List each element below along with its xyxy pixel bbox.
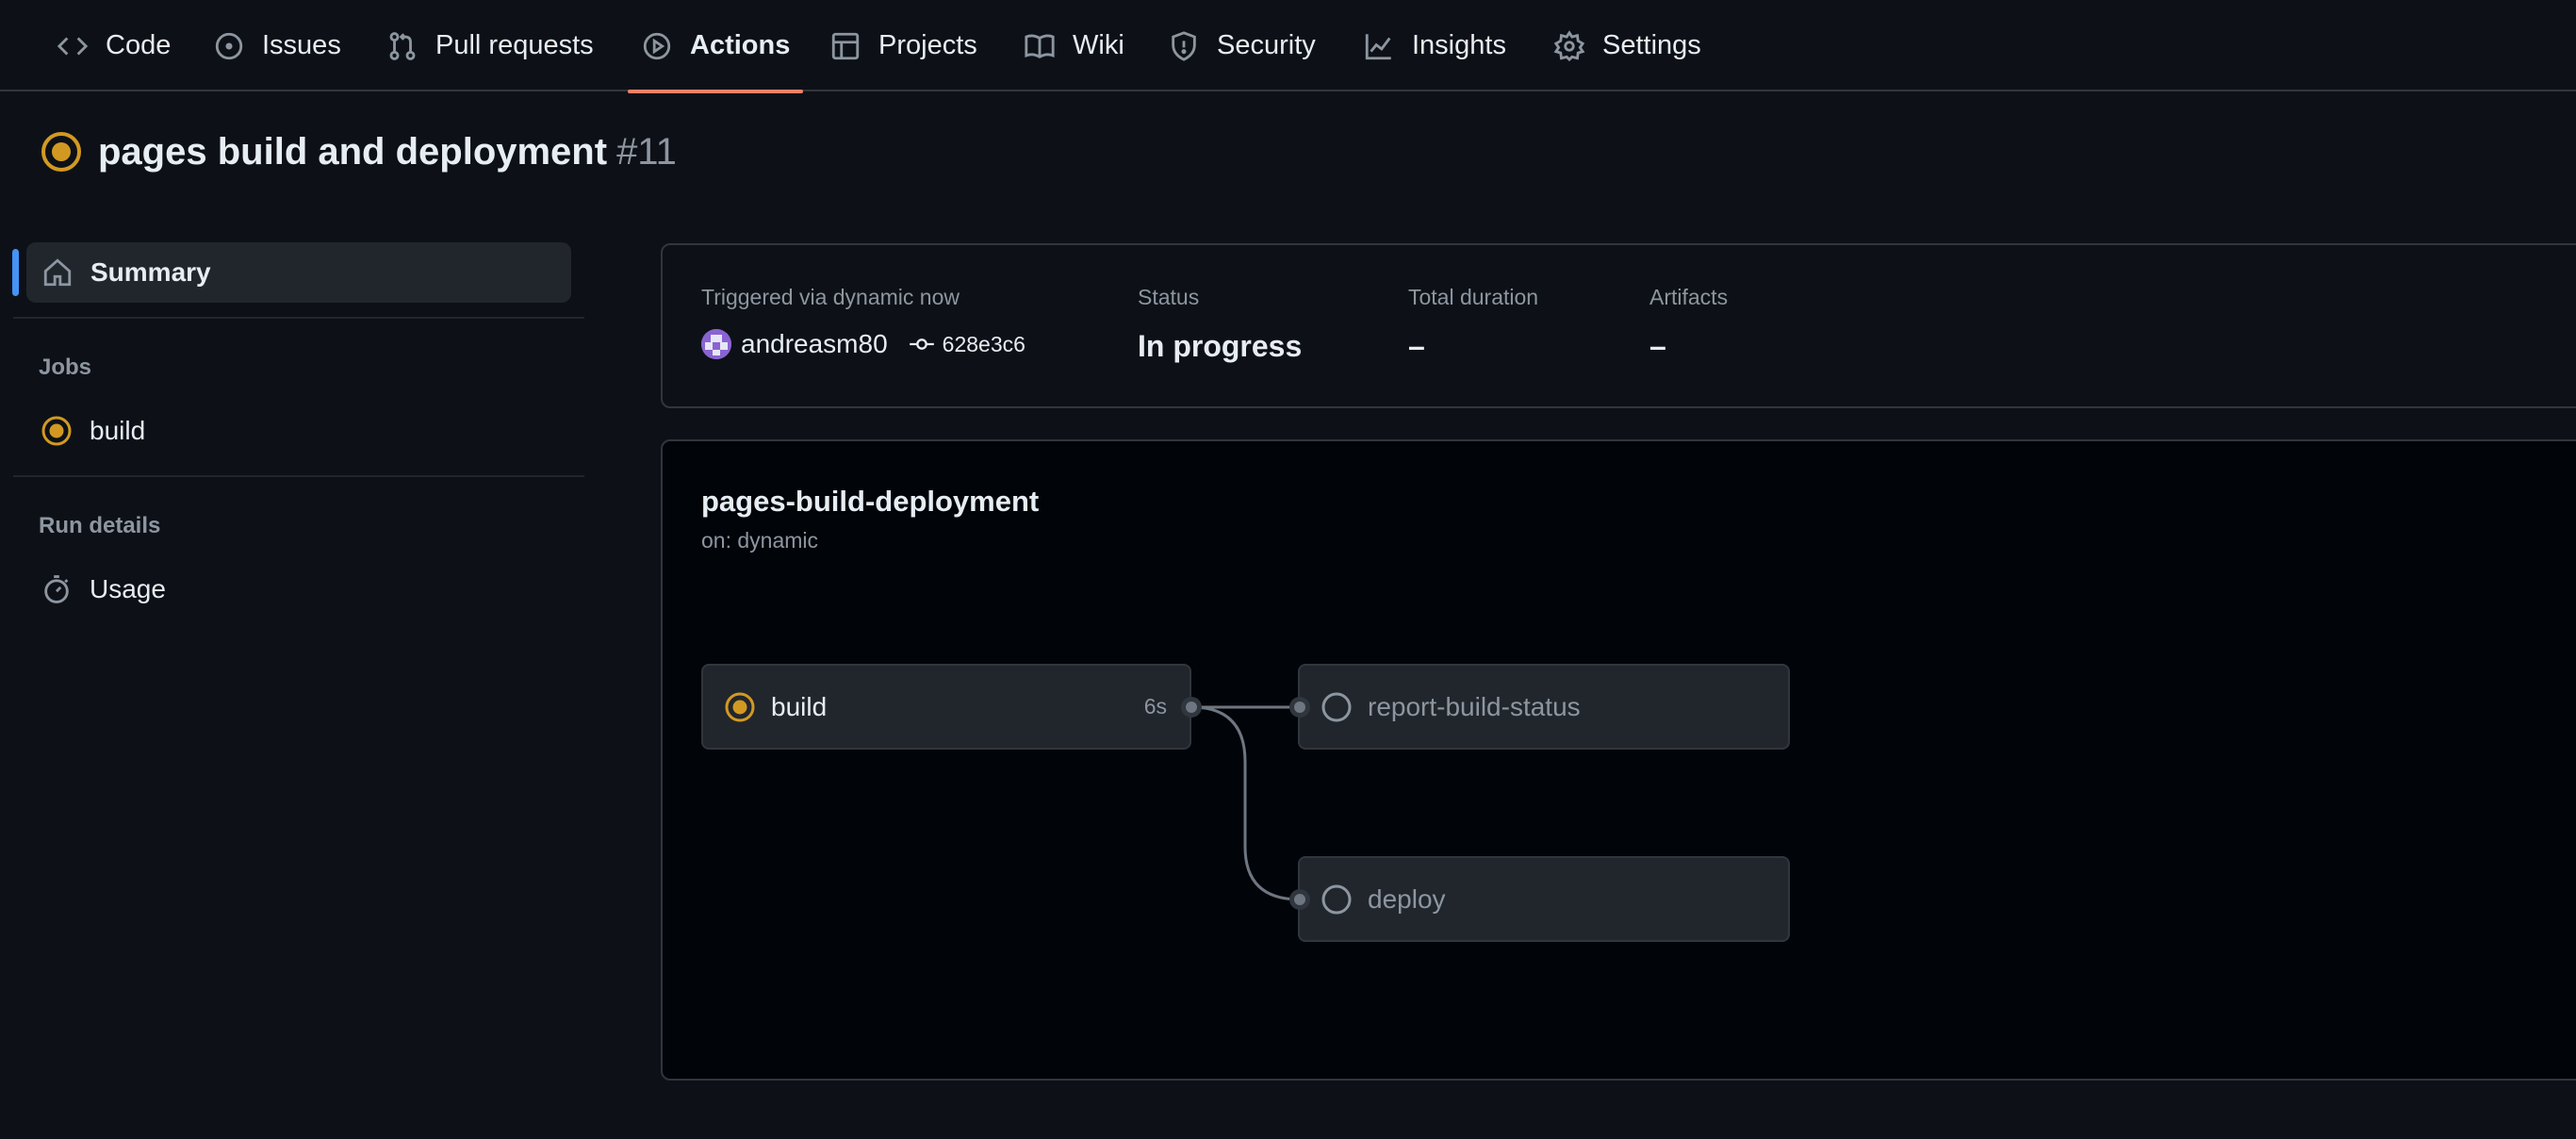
in-progress-icon xyxy=(41,132,81,172)
artifacts-label: Artifacts xyxy=(1649,285,1729,309)
tab-settings[interactable]: Settings xyxy=(1538,0,1716,91)
code-icon xyxy=(57,36,89,56)
tab-label: Issues xyxy=(262,30,341,60)
table-icon xyxy=(831,32,860,59)
job-label: report-build-status xyxy=(1368,691,1581,721)
sidebar-item-label: build xyxy=(90,416,146,445)
tab-projects[interactable]: Projects xyxy=(814,0,993,91)
sidebar-item-label: Summary xyxy=(90,257,211,287)
job-duration: 6s xyxy=(1143,694,1167,718)
username-link[interactable]: andreasm80 xyxy=(741,329,888,359)
sidebar-divider xyxy=(13,475,584,477)
avatar-identicon xyxy=(701,329,731,359)
gear-icon xyxy=(1553,29,1585,61)
run-summary-card: Triggered via dynamic now andreasm80 628… xyxy=(661,243,2576,408)
job-label: build xyxy=(771,691,828,721)
duration-value: – xyxy=(1408,328,1425,363)
commit-link[interactable]: 628e3c6 xyxy=(909,331,1025,357)
tab-insights[interactable]: Insights xyxy=(1348,0,1521,91)
tab-actions[interactable]: Actions xyxy=(626,0,805,93)
trigger-details: andreasm80 628e3c6 xyxy=(701,327,1025,361)
artifacts-column: Artifacts – xyxy=(1649,285,1728,363)
job-build[interactable]: build 6s xyxy=(701,664,1191,750)
graph-icon xyxy=(1365,33,1391,59)
tab-label: Settings xyxy=(1602,30,1701,60)
tab-label: Code xyxy=(106,30,172,60)
job-report-build-status[interactable]: report-build-status xyxy=(1298,664,1790,750)
shield-icon xyxy=(1172,30,1196,61)
run-details-heading: Run details xyxy=(39,513,161,538)
duration-column: Total duration – xyxy=(1408,285,1538,363)
artifacts-value: – xyxy=(1649,328,1666,363)
in-progress-icon xyxy=(41,416,72,446)
issue-icon xyxy=(215,32,243,59)
tab-label: Security xyxy=(1217,30,1316,60)
tab-label: Projects xyxy=(878,30,977,60)
tab-label: Pull requests xyxy=(435,30,594,60)
in-progress-icon xyxy=(725,692,755,721)
sidebar-item-build[interactable]: build xyxy=(26,404,571,457)
play-icon xyxy=(643,32,671,59)
sidebar-divider xyxy=(13,317,584,319)
tab-security[interactable]: Security xyxy=(1153,0,1331,91)
repo-nav: Code Issues Pull requests Actions Projec… xyxy=(0,0,2576,93)
pull-request-icon xyxy=(389,31,416,60)
duration-label: Total duration xyxy=(1408,285,1539,309)
trigger-label: Triggered via dynamic now xyxy=(701,285,960,309)
status-label: Status xyxy=(1138,285,1200,309)
tab-issues[interactable]: Issues xyxy=(198,0,356,91)
sidebar-item-label: Usage xyxy=(90,574,166,603)
connector-dots xyxy=(1181,697,1310,910)
job-connectors xyxy=(1190,705,1301,901)
workflow-graph: pages-build-deployment on: dynamic build… xyxy=(661,439,2576,1081)
sidebar-item-summary[interactable]: Summary xyxy=(26,242,571,303)
home-icon xyxy=(43,258,72,287)
pending-icon xyxy=(1321,692,1352,721)
sidebar-item-usage[interactable]: Usage xyxy=(26,563,571,616)
tab-label: Insights xyxy=(1412,30,1506,60)
tab-label: Actions xyxy=(690,30,791,60)
tab-wiki[interactable]: Wiki xyxy=(1009,0,1140,91)
run-title-row: pages build and deployment #11 xyxy=(40,127,677,176)
run-number: #11 xyxy=(616,130,677,173)
book-icon xyxy=(1025,34,1055,58)
workflow-name: pages-build-deployment xyxy=(701,485,1040,518)
status-value: In progress xyxy=(1138,328,1303,363)
avatar[interactable] xyxy=(701,329,731,359)
jobs-heading: Jobs xyxy=(39,355,92,380)
commit-icon xyxy=(909,338,934,350)
status-column: Status In progress xyxy=(1138,285,1302,363)
commit-sha: 628e3c6 xyxy=(942,331,1025,356)
active-indicator xyxy=(12,249,19,296)
trigger-column: Triggered via dynamic now andreasm80 628… xyxy=(701,285,1025,361)
job-label: deploy xyxy=(1368,883,1446,914)
page-title: pages build and deployment xyxy=(98,130,608,173)
job-deploy[interactable]: deploy xyxy=(1298,856,1790,942)
pending-icon xyxy=(1321,884,1352,914)
tab-code[interactable]: Code xyxy=(41,0,186,91)
tab-label: Wiki xyxy=(1073,30,1124,60)
tab-pull-requests[interactable]: Pull requests xyxy=(371,0,609,91)
stopwatch-icon xyxy=(44,575,69,603)
workflow-trigger: on: dynamic xyxy=(701,528,819,553)
